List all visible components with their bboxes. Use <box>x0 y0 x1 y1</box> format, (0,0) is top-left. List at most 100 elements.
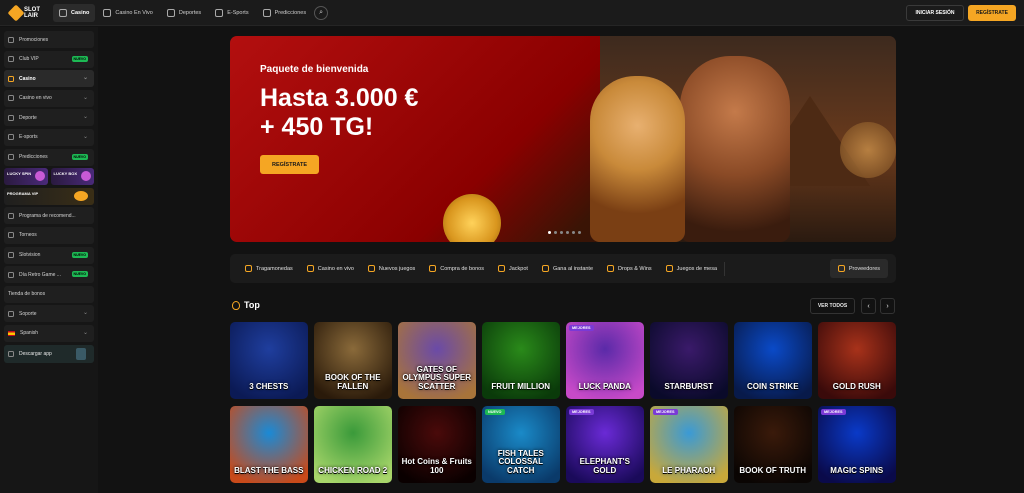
new-badge: NUEVO <box>71 271 88 278</box>
carousel-dot[interactable] <box>566 231 569 234</box>
download-app-button[interactable]: Descargar app <box>4 344 94 363</box>
vip-program-tile[interactable]: PROGRAMA VIP <box>4 187 94 205</box>
referral-icon <box>8 212 14 219</box>
hero-headline: Hasta 3.000 € + 450 TG! <box>260 84 419 141</box>
category-bar: Tragamonedas Casino en vivo Nuevos juego… <box>230 254 896 283</box>
game-card[interactable]: Hot Coins & Fruits 100 <box>398 406 476 483</box>
hero-title: Paquete de bienvenida <box>260 64 369 75</box>
login-button[interactable]: INICIAR SESIÓN <box>906 5 964 21</box>
game-card[interactable]: CHICKEN ROAD 2 <box>314 406 392 483</box>
category-bonus-buy[interactable]: Compra de bonos <box>422 265 491 272</box>
game-card[interactable]: BOOK OF TRUTH <box>734 406 812 483</box>
coin-image <box>443 194 501 242</box>
game-card[interactable]: COIN STRIKE <box>734 322 812 399</box>
live-dealer-icon <box>103 9 112 17</box>
game-tag-badge: MEJORES <box>821 409 846 415</box>
drops-icon <box>607 265 615 272</box>
game-card[interactable]: FRUIT MILLION <box>482 322 560 399</box>
carousel-dot[interactable] <box>578 231 581 234</box>
category-drops-wins[interactable]: Drops & Wins <box>600 265 659 272</box>
nav-predictions[interactable]: Predicciones <box>257 4 313 22</box>
live-dealer-icon <box>8 95 14 102</box>
providers-button[interactable]: Proveedores <box>829 259 888 278</box>
hero-register-button[interactable]: REGÍSTRATE <box>260 155 319 174</box>
sports-icon <box>166 9 175 17</box>
sidebar-item-vip[interactable]: Club VIP NUEVO <box>4 50 94 68</box>
game-tag-badge: MEJORES <box>569 409 594 415</box>
game-card[interactable]: MEJORES ELEPHANT'S GOLD <box>566 406 644 483</box>
hero-warrior-image <box>680 56 790 242</box>
chevron-down-icon: ⌄ <box>82 94 88 101</box>
game-card[interactable]: NUEVO FISH TALES COLOSSAL CATCH <box>482 406 560 483</box>
sidebar-item-slotvision[interactable]: Slotvision NUEVO <box>4 246 94 264</box>
nav-live-casino[interactable]: Casino En Vivo <box>97 4 159 22</box>
sidebar-item-tournaments[interactable]: Torneos <box>4 226 94 244</box>
game-card[interactable]: BLAST THE BASS <box>230 406 308 483</box>
sidebar-item-esports[interactable]: E-sports ⌄ <box>4 128 94 146</box>
category-slots[interactable]: Tragamonedas <box>238 265 300 272</box>
vip-icon <box>8 56 14 63</box>
game-card[interactable]: STARBURST <box>650 322 728 399</box>
carousel-dot[interactable] <box>572 231 575 234</box>
sidebar-item-bonus-shop[interactable]: Tienda de bonos <box>4 285 94 303</box>
main-nav: Casino Casino En Vivo Deportes E-Sports … <box>53 4 329 22</box>
game-title: GOLD RUSH <box>832 381 881 391</box>
sidebar-item-retro-game[interactable]: Día Retro Game ... NUEVO <box>4 266 94 284</box>
logo-mark-icon <box>7 4 25 22</box>
carousel-dot[interactable] <box>560 231 563 234</box>
fire-icon <box>232 300 240 310</box>
register-button[interactable]: REGÍSTRATE <box>968 5 1016 21</box>
chevron-down-icon: ⌄ <box>82 114 88 121</box>
lucky-box-tile[interactable]: LUCKY BOX <box>50 168 94 186</box>
game-card[interactable]: MEJORES LE PHARAOH <box>650 406 728 483</box>
prev-arrow-button[interactable]: ‹ <box>861 298 876 314</box>
game-title: FISH TALES COLOSSAL CATCH <box>497 448 544 475</box>
game-card[interactable]: GOLD RUSH <box>818 322 896 399</box>
sidebar-item-live-casino[interactable]: Casino en vivo ⌄ <box>4 89 94 107</box>
logo[interactable]: SLOT LAIR <box>7 4 45 22</box>
carousel-dots <box>548 231 581 234</box>
game-card[interactable]: BOOK OF THE FALLEN <box>314 322 392 399</box>
casino-icon <box>8 75 14 82</box>
hero-banner[interactable]: Paquete de bienvenida Hasta 3.000 € + 450… <box>230 36 896 242</box>
category-table-games[interactable]: Juegos de mesa <box>659 265 724 272</box>
game-card[interactable]: MEJORES MAGIC SPINS <box>818 406 896 483</box>
retro-icon <box>8 271 14 278</box>
game-card[interactable]: MEJORES LUCK PANDA <box>566 322 644 399</box>
category-live-casino[interactable]: Casino en vivo <box>300 265 361 272</box>
carousel-dot[interactable] <box>548 231 551 234</box>
view-all-button[interactable]: VER TODOS <box>810 298 855 314</box>
nav-casino[interactable]: Casino <box>53 4 96 22</box>
search-icon[interactable]: ⌕ <box>314 6 329 20</box>
lucky-spin-tile[interactable]: LUCKY SPIN <box>4 168 48 186</box>
category-new-games[interactable]: Nuevos juegos <box>361 265 422 272</box>
trophy-icon <box>8 232 14 239</box>
hero-queen-image <box>590 76 685 242</box>
sidebar-item-promotions[interactable]: Promociones <box>4 31 94 48</box>
sidebar-item-predictions[interactable]: Predicciones NUEVO <box>4 148 94 166</box>
carousel-dot[interactable] <box>554 231 557 234</box>
category-instant-win[interactable]: Gana al instante <box>535 265 600 272</box>
category-jackpot[interactable]: Jackpot <box>491 265 535 272</box>
language-select[interactable]: Spanish ⌄ <box>4 324 94 342</box>
sidebar-item-casino[interactable]: Casino ⌄ <box>4 70 94 88</box>
game-card[interactable]: 3 CHESTS <box>230 322 308 399</box>
sidebar-item-sports[interactable]: Deporte ⌄ <box>4 109 94 127</box>
game-card[interactable]: GATES OF OLYMPUS SUPER SCATTER <box>398 322 476 399</box>
sidebar-item-support[interactable]: Soporte ⌄ <box>4 305 94 323</box>
section-title-top: Top <box>232 300 260 310</box>
next-arrow-button[interactable]: › <box>880 298 895 314</box>
new-badge: NUEVO <box>71 55 88 62</box>
game-title: GATES OF OLYMPUS SUPER SCATTER <box>402 364 472 391</box>
lucky-box-icon <box>81 171 91 182</box>
gamepad-icon <box>8 134 14 141</box>
chevron-down-icon: ⌄ <box>82 75 88 82</box>
logo-text: SLOT LAIR <box>24 7 40 19</box>
game-tag-badge: MEJORES <box>569 325 594 331</box>
nav-sports[interactable]: Deportes <box>161 4 207 22</box>
nav-esports[interactable]: E-Sports <box>209 4 254 22</box>
live-dealer-icon <box>306 265 314 272</box>
sidebar-item-referral[interactable]: Programa de recomend... <box>4 207 94 225</box>
game-title: LE PHARAOH <box>662 465 716 475</box>
game-title: ELEPHANT'S GOLD <box>579 457 630 475</box>
